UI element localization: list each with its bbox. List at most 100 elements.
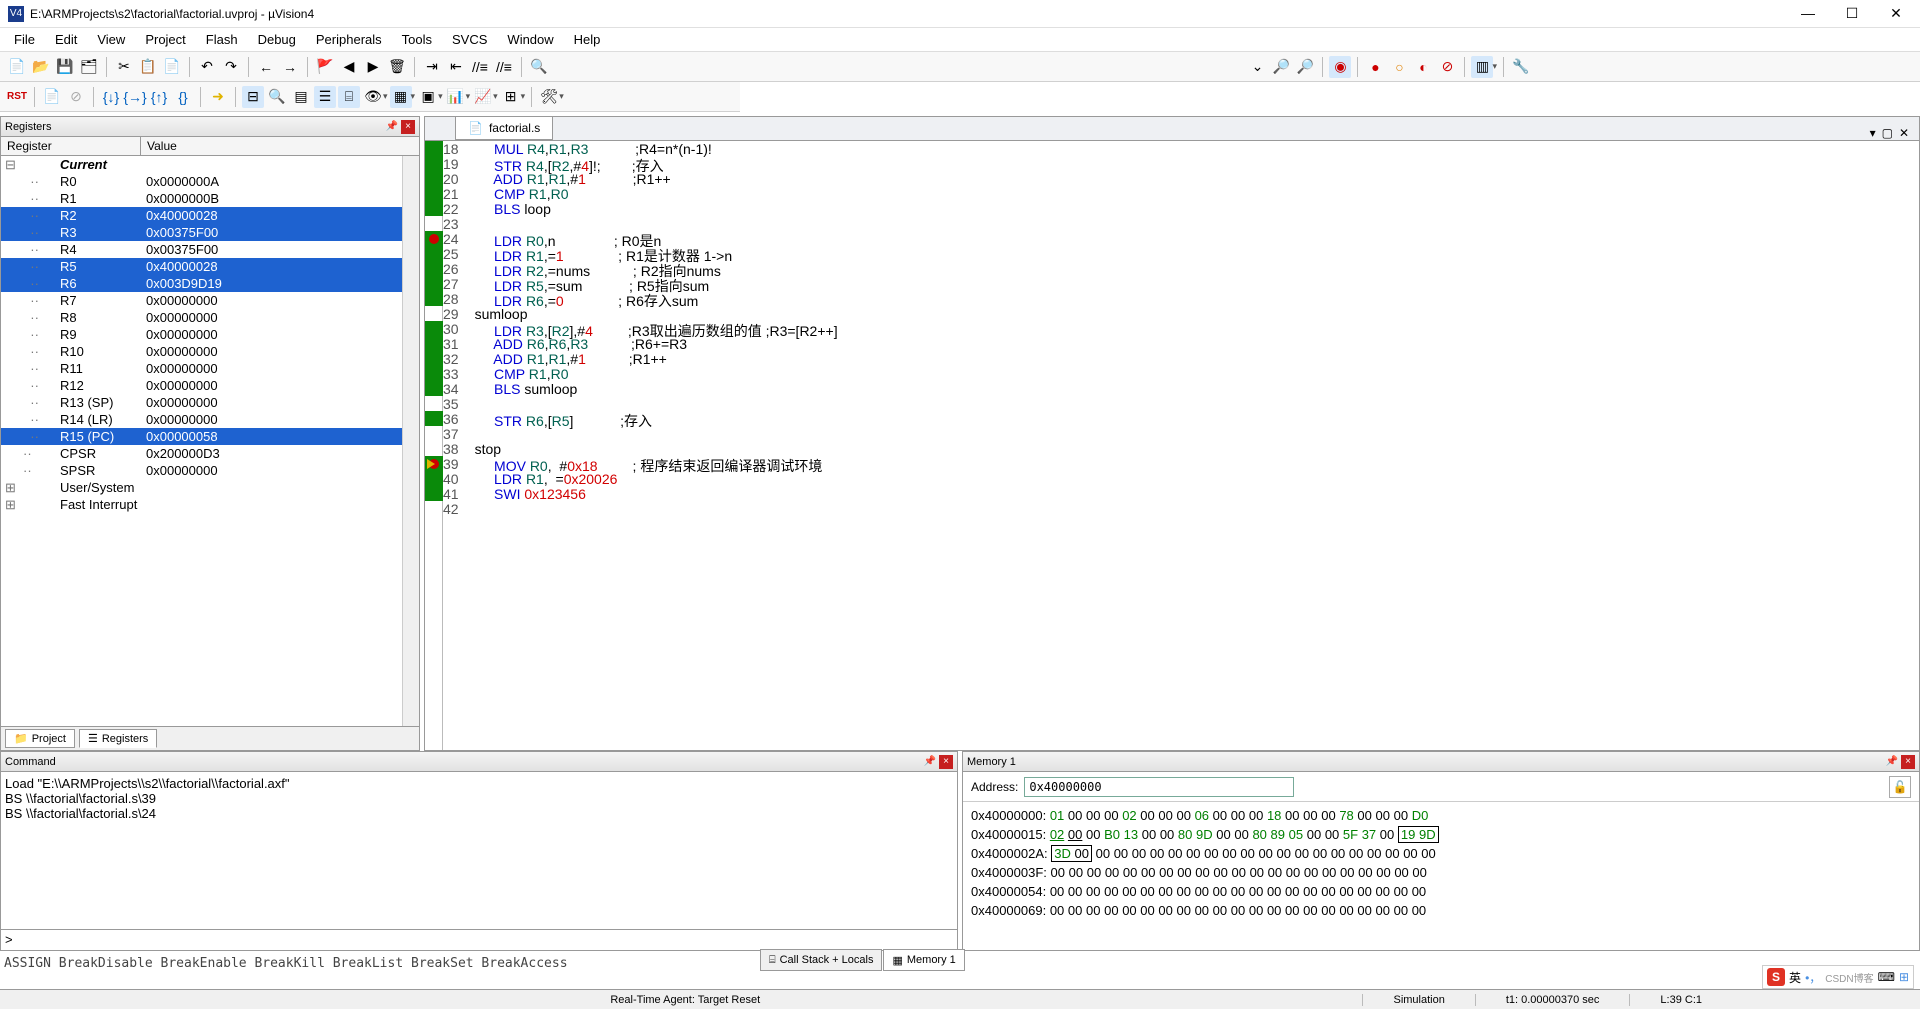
redo-icon[interactable]: ↷ [220, 56, 242, 78]
save-all-icon[interactable]: 🗂 [78, 56, 100, 78]
find-next-icon[interactable]: 🔎 [1294, 56, 1316, 78]
symbol-window-icon[interactable]: ▤ [290, 86, 312, 108]
pin-icon[interactable]: 📌 [385, 121, 399, 132]
callstack-window-icon[interactable]: ⌸ [338, 86, 360, 108]
register-row[interactable]: ·· R13 (SP)0x00000000 [1, 394, 402, 411]
undo-icon[interactable]: ↶ [196, 56, 218, 78]
registers-window-icon[interactable]: ☰ [314, 86, 336, 108]
editor-tab-file[interactable]: 📄 factorial.s [455, 116, 553, 140]
register-row[interactable]: ·· R14 (LR)0x00000000 [1, 411, 402, 428]
memory-row[interactable]: 0x40000069: 00 00 00 00 00 00 00 00 00 0… [971, 901, 1911, 920]
command-output[interactable]: Load "E:\\ARMProjects\\s2\\factorial\\fa… [1, 772, 957, 929]
indent-icon[interactable]: ⇥ [421, 56, 443, 78]
menu-view[interactable]: View [89, 30, 133, 49]
menu-project[interactable]: Project [137, 30, 193, 49]
register-row[interactable]: ·· R30x00375F00 [1, 224, 402, 241]
register-row[interactable]: ·· R40x00375F00 [1, 241, 402, 258]
command-input[interactable]: > [1, 929, 957, 950]
menu-svcs[interactable]: SVCS [444, 30, 495, 49]
analysis-window-icon[interactable]: 📊 [445, 86, 467, 108]
unindent-icon[interactable]: ⇤ [445, 56, 467, 78]
window-layout-icon[interactable]: ▥ [1471, 56, 1493, 78]
find-icon[interactable]: 🔎 [1270, 56, 1292, 78]
register-row[interactable]: ·· R10x0000000B [1, 190, 402, 207]
breakpoint-insert-icon[interactable]: ● [1364, 56, 1386, 78]
menu-file[interactable]: File [6, 30, 43, 49]
step-over-icon[interactable]: {→} [124, 86, 146, 108]
memory-row[interactable]: 0x40000000: 01 00 00 00 02 00 00 00 06 0… [971, 806, 1911, 825]
show-next-stmt-icon[interactable]: ➜ [207, 86, 229, 108]
tab-project[interactable]: 📁Project [5, 729, 75, 748]
register-row[interactable]: ·· CPSR0x200000D3 [1, 445, 402, 462]
close-button[interactable]: ✕ [1884, 5, 1908, 22]
register-row[interactable]: ·· R00x0000000A [1, 173, 402, 190]
memory-row[interactable]: 0x4000003F: 00 00 00 00 00 00 00 00 00 0… [971, 863, 1911, 882]
menu-help[interactable]: Help [566, 30, 609, 49]
register-group[interactable]: ⊞ Fast Interrupt [1, 496, 402, 513]
register-group[interactable]: ⊞ User/System [1, 479, 402, 496]
pin-icon[interactable]: 📌 [923, 756, 937, 767]
menu-peripherals[interactable]: Peripherals [308, 30, 390, 49]
find-in-files-icon[interactable]: 🔍 [528, 56, 550, 78]
register-row[interactable]: ·· R80x00000000 [1, 309, 402, 326]
ime-bar[interactable]: S 英 •， CSDN博客 ⌨ ⊞ [1762, 965, 1914, 989]
memory-row[interactable]: 0x40000054: 00 00 00 00 00 00 00 00 00 0… [971, 882, 1911, 901]
register-row[interactable]: ·· R110x00000000 [1, 360, 402, 377]
close-panel-icon[interactable]: × [401, 120, 415, 134]
registers-header-register[interactable]: Register [1, 137, 141, 155]
cut-icon[interactable]: ✂ [113, 56, 135, 78]
scrollbar[interactable] [402, 156, 419, 726]
dropdown-icon[interactable]: ⌄ [1246, 56, 1268, 78]
menu-window[interactable]: Window [499, 30, 561, 49]
register-row[interactable]: ·· R100x00000000 [1, 343, 402, 360]
memory-row[interactable]: 0x4000002A: 3D 00 00 00 00 00 00 00 00 0… [971, 844, 1911, 863]
register-row[interactable]: ·· R70x00000000 [1, 292, 402, 309]
register-row[interactable]: ·· R60x003D9D19 [1, 275, 402, 292]
trace-window-icon[interactable]: 📈 [472, 86, 494, 108]
menu-edit[interactable]: Edit [47, 30, 85, 49]
memory-row[interactable]: 0x40000015: 02 00 00 B0 13 00 00 80 9D 0… [971, 825, 1911, 844]
open-file-icon[interactable]: 📂 [30, 56, 52, 78]
save-icon[interactable]: 💾 [54, 56, 76, 78]
register-row[interactable]: ·· R15 (PC)0x00000058 [1, 428, 402, 445]
debug-start-icon[interactable]: ◉ [1329, 56, 1351, 78]
menu-tools[interactable]: Tools [394, 30, 440, 49]
serial-window-icon[interactable]: ▣ [417, 86, 439, 108]
close-panel-icon[interactable]: × [939, 755, 953, 769]
breakpoint-enable-icon[interactable]: ○ [1388, 56, 1410, 78]
tab-registers[interactable]: ☰Registers [79, 729, 157, 748]
bookmark-clear-icon[interactable]: 🗑 [386, 56, 408, 78]
nav-forward-icon[interactable]: → [279, 56, 301, 78]
code-editor[interactable]: 1819202122232425262728293031323334353637… [425, 141, 1919, 750]
comment-icon[interactable]: //≡ [469, 56, 491, 78]
menu-debug[interactable]: Debug [250, 30, 304, 49]
editor-window-icon[interactable]: ▢ [1882, 126, 1893, 140]
editor-dropdown-icon[interactable]: ▾ [1870, 126, 1876, 140]
lock-icon[interactable]: 🔓 [1889, 776, 1911, 798]
step-in-icon[interactable]: {↓} [100, 86, 122, 108]
minimize-button[interactable]: — [1796, 5, 1820, 22]
watch1-icon[interactable]: 👁 [362, 86, 384, 108]
ime-grid-icon[interactable]: ⊞ [1899, 970, 1909, 984]
pin-icon[interactable]: 📌 [1885, 756, 1899, 767]
nav-back-icon[interactable]: ← [255, 56, 277, 78]
tab-memory[interactable]: ▦Memory 1 [883, 949, 964, 971]
registers-list[interactable]: ⊟ Current ·· R00x0000000A ·· R10x0000000… [1, 156, 402, 726]
close-panel-icon[interactable]: × [1901, 755, 1915, 769]
breakpoint-disable-icon[interactable]: ◐ [1412, 56, 1434, 78]
register-row[interactable]: ·· SPSR0x00000000 [1, 462, 402, 479]
copy-icon[interactable]: 📋 [137, 56, 159, 78]
reset-icon[interactable]: RST [6, 86, 28, 108]
ime-keyboard-icon[interactable]: ⌨ [1878, 970, 1895, 984]
system-viewer-icon[interactable]: ⊞ [500, 86, 522, 108]
new-file-icon[interactable]: 📄 [6, 56, 28, 78]
configure-icon[interactable]: 🔧 [1510, 56, 1532, 78]
tab-callstack[interactable]: ⌸Call Stack + Locals [760, 949, 882, 971]
memory-address-input[interactable] [1024, 777, 1294, 797]
ime-indicator[interactable]: •， [1805, 969, 1821, 986]
breakpoint-kill-icon[interactable]: ⊘ [1436, 56, 1458, 78]
disasm-window-icon[interactable]: ⊟ [242, 86, 264, 108]
paste-icon[interactable]: 📄 [161, 56, 183, 78]
watch-window-icon[interactable]: 🔍 [266, 86, 288, 108]
maximize-button[interactable]: ☐ [1840, 5, 1864, 22]
